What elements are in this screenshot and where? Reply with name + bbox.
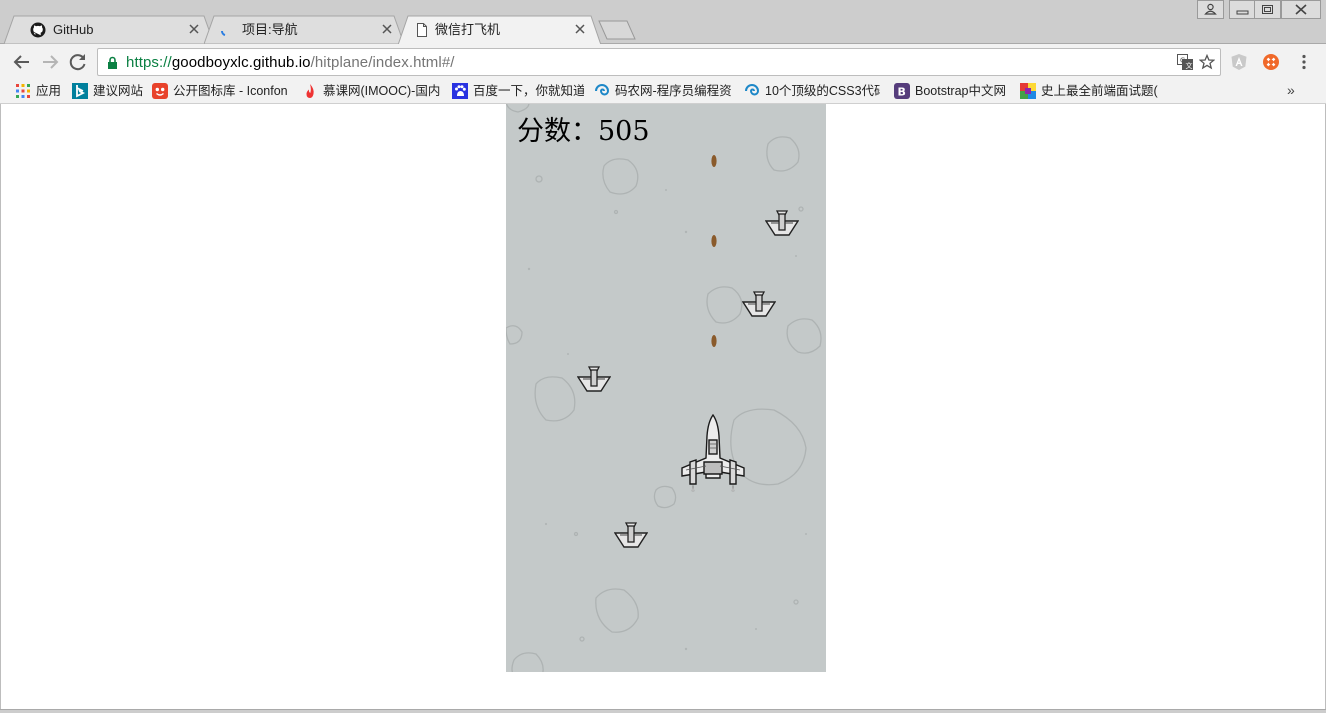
close-tab-icon[interactable] (574, 23, 586, 35)
bookmark-imooc[interactable]: 慕课网(IMOOC)-国内 (302, 82, 440, 100)
url-path: /hitplane/index.html#/ (310, 54, 455, 71)
tab-title: 微信打飞机 (435, 22, 501, 37)
toolbar: https://goodboyxlc.github.io/hitplane/in… (0, 44, 1326, 79)
bullet (711, 235, 717, 247)
angular-extension-icon[interactable] (1230, 53, 1248, 71)
orange-extension-icon[interactable] (1262, 53, 1280, 71)
address-bar[interactable]: https://goodboyxlc.github.io/hitplane/in… (97, 48, 1221, 76)
url-host: goodboyxlc.github.io (171, 54, 311, 71)
svg-text:B: B (898, 86, 906, 99)
tab-shape (204, 15, 404, 44)
new-tab-button[interactable] (598, 20, 636, 40)
bookmark-bootstrap[interactable]: B Bootstrap中文网 (894, 82, 1012, 100)
swirl-icon (595, 84, 610, 96)
profile-icon[interactable] (1197, 0, 1224, 19)
bookmark-label: 码农网-程序员编程资 (615, 84, 732, 98)
menu-dots-icon[interactable] (1295, 53, 1313, 71)
tab-hitplane[interactable]: 微信打飞机 (398, 15, 601, 45)
game-canvas[interactable]: 分数：505 (506, 104, 826, 672)
bookmarks-overflow-button[interactable]: » (1287, 82, 1295, 98)
imooc-flame-icon (306, 84, 314, 98)
minimize-icon[interactable] (1229, 0, 1256, 19)
colorful-blocks-icon (1020, 83, 1036, 99)
enemy-plane (742, 291, 776, 317)
player-plane[interactable] (680, 414, 746, 494)
bookmark-star-icon[interactable] (1199, 54, 1215, 70)
bookmark-label: 10个顶级的CSS3代码 (765, 84, 880, 98)
swirl-icon (745, 84, 760, 96)
bookmark-baidu[interactable]: 百度一下，你就知道 (452, 82, 584, 100)
bookmarks-bar: 应用 建议网站 公开图标库 - Iconfon 慕课网(IMOOC)-国内 百度… (0, 79, 1326, 104)
bookmark-label: 应用 (36, 84, 62, 98)
bookmark-interview[interactable]: 史上最全前端面试题( (1020, 82, 1160, 100)
close-tab-icon[interactable] (188, 23, 200, 35)
bullet (711, 155, 717, 167)
tab-project-nav[interactable]: 项目:导航 (204, 15, 404, 44)
score-value: 505 (598, 116, 650, 147)
bookmark-label: 慕课网(IMOOC)-国内 (323, 84, 440, 98)
loading-icon (221, 30, 226, 36)
score-label: 分数： (517, 116, 598, 147)
close-tab-icon[interactable] (381, 23, 393, 35)
bookmark-label: 百度一下，你就知道 (473, 84, 584, 98)
page-icon (417, 23, 427, 37)
lock-icon[interactable] (107, 56, 118, 69)
maximize-icon[interactable] (1254, 0, 1281, 19)
bootstrap-icon: B (894, 83, 910, 99)
bookmark-suggested-sites[interactable]: 建议网站 (72, 82, 147, 100)
enemy-plane (614, 522, 648, 548)
bookmark-label: 公开图标库 - Iconfon (173, 84, 288, 98)
tab-github[interactable]: GitHub (4, 15, 214, 44)
github-icon (30, 22, 46, 38)
bing-icon (72, 83, 88, 99)
tab-title: GitHub (53, 22, 94, 37)
url-scheme: https:// (126, 54, 172, 71)
bookmark-label: 建议网站 (93, 84, 144, 98)
bookmark-apps[interactable]: 应用 (15, 82, 70, 100)
tab-title: 项目:导航 (242, 22, 298, 37)
svg-text:文: 文 (1186, 61, 1193, 70)
tab-strip: GitHub 项目:导航 微信打飞机 (0, 0, 1326, 45)
translate-icon[interactable]: G 文 (1177, 54, 1193, 70)
close-window-icon[interactable] (1281, 0, 1321, 19)
page-viewport: 分数：505 (0, 104, 1326, 713)
bookmark-css3[interactable]: 10个顶级的CSS3代码 (744, 82, 880, 100)
bullet (711, 335, 717, 347)
url-text: https://goodboyxlc.github.io/hitplane/in… (126, 54, 455, 71)
apps-grid-icon (16, 84, 30, 98)
window-bottom-border (0, 709, 1326, 713)
bookmark-codeceo[interactable]: 码农网-程序员编程资 (594, 82, 732, 100)
score-display: 分数：505 (517, 116, 650, 148)
asteroid-background (506, 104, 822, 672)
enemy-plane (577, 366, 611, 392)
enemy-plane (765, 210, 799, 236)
iconfont-icon (152, 83, 168, 99)
reload-icon[interactable] (67, 51, 89, 73)
baidu-paw-icon (452, 83, 468, 99)
bookmark-label: Bootstrap中文网 (915, 84, 1007, 98)
forward-arrow-icon[interactable] (39, 51, 61, 73)
bookmark-label: 史上最全前端面试题( (1041, 84, 1158, 98)
bookmark-iconfont[interactable]: 公开图标库 - Iconfon (152, 82, 291, 100)
back-arrow-icon[interactable] (11, 51, 33, 73)
